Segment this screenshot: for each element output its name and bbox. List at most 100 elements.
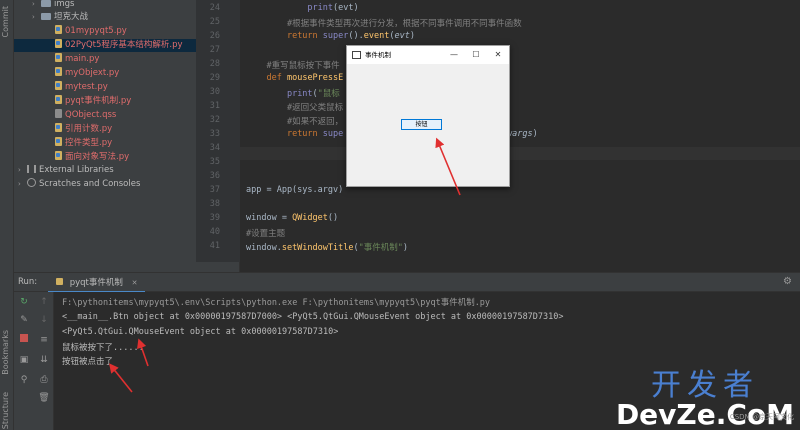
rerun-icon[interactable]: ↻ — [18, 296, 30, 308]
code-line: #如果不返回， — [286, 117, 344, 127]
file-icon — [55, 39, 62, 48]
file-icon — [55, 67, 62, 76]
line-number: 24 — [209, 3, 220, 13]
code-editor[interactable]: print(evt) #根据事件类型再次进行分发，根据不同事件调用不同事件函数 … — [240, 0, 800, 262]
run-tool-header: Run: pyqt事件机制 ✕ ⚙ — [14, 272, 800, 293]
expand-chevron-icon[interactable]: › — [32, 11, 41, 24]
tree-item-label: External Libraries — [39, 165, 114, 175]
console-line: <__main__.Btn object at 0x00000197587D70… — [62, 312, 564, 322]
line-number: 29 — [209, 73, 220, 83]
trash-icon[interactable]: 🗑 — [38, 392, 50, 404]
tree-item-label: QObject.qss — [65, 110, 117, 120]
console-line: 鼠标被按下了...... — [62, 343, 144, 353]
run-toolbar: ↻ ↑ ✎ ↓ ≡ ▣ ⇊ ⚲ ⎙ 🗑 — [14, 292, 54, 430]
print-icon[interactable]: ⎙ — [38, 374, 50, 386]
scratch-icon — [27, 178, 36, 187]
line-number: 28 — [209, 59, 220, 69]
library-icon — [27, 165, 36, 173]
tree-item-label: 控件类型.py — [65, 138, 113, 148]
tree-item-label: 面向对象写法.py — [65, 152, 130, 162]
tree-item-label: mytest.py — [65, 82, 108, 92]
current-line-highlight — [240, 147, 800, 160]
qt-event-window[interactable]: 事件机制 — ☐ ✕ 按钮 — [346, 45, 510, 187]
file-icon — [55, 53, 62, 62]
qt-window-title: 事件机制 — [365, 51, 391, 59]
code-line: window = QWidget() — [246, 213, 339, 223]
run-tab-label: pyqt事件机制 — [69, 278, 123, 288]
line-number: 25 — [209, 17, 220, 27]
tree-item-label: main.py — [65, 54, 100, 64]
line-number: 38 — [209, 199, 220, 209]
line-number: 40 — [209, 227, 220, 237]
tree-item-label: imgs — [54, 0, 75, 9]
line-number: 27 — [209, 45, 220, 55]
file-icon — [55, 95, 62, 104]
line-number: 30 — [209, 87, 220, 97]
code-line: return super().event(evt) — [286, 31, 415, 41]
qt-window-titlebar[interactable]: 事件机制 — ☐ ✕ — [347, 46, 509, 64]
wrench-icon[interactable]: ✎ — [18, 314, 30, 326]
gear-icon[interactable]: ⚙ — [783, 276, 792, 287]
console-line: <PyQt5.QtGui.QMouseEvent object at 0x000… — [62, 327, 339, 337]
down-arrow-icon[interactable]: ↓ — [38, 314, 50, 326]
soft-wrap-icon[interactable]: ≡ — [38, 334, 50, 346]
minimize-icon[interactable]: — — [443, 46, 465, 64]
watermark-credit: CSDN @京天阿文化 — [729, 413, 794, 421]
line-number: 31 — [209, 101, 220, 111]
file-icon — [55, 109, 62, 118]
code-line: def mousePressE — [266, 73, 344, 83]
tree-item-label: pyqt事件机制.py — [65, 96, 132, 106]
line-number: 39 — [209, 213, 220, 223]
code-line: #根据事件类型再次进行分发，根据不同事件调用不同事件函数 — [286, 19, 522, 29]
pin-icon[interactable]: ⚲ — [18, 374, 30, 386]
file-icon — [55, 137, 62, 146]
structure-tab[interactable]: Structure — [1, 392, 10, 429]
code-line: #设置主题 — [246, 229, 286, 239]
run-label: Run: — [18, 277, 38, 287]
code-line: #重写鼠标按下事件 — [266, 61, 340, 71]
tree-item-label: 坦克大战 — [54, 12, 89, 22]
line-number: 33 — [209, 129, 220, 139]
stop-icon[interactable] — [18, 334, 30, 346]
python-icon — [56, 278, 63, 285]
file-icon — [55, 123, 62, 132]
line-number: 26 — [209, 31, 220, 41]
code-line: app = App(sys.argv) — [246, 185, 344, 195]
tree-item-label: myObjext.py — [65, 68, 120, 78]
line-number: 34 — [209, 143, 220, 153]
file-icon — [55, 25, 62, 34]
scroll-to-end-icon[interactable]: ⇊ — [38, 354, 50, 366]
file-icon — [55, 81, 62, 90]
tool-window-strip: Commit Bookmarks Structure — [0, 0, 14, 430]
close-tab-icon[interactable]: ✕ — [132, 279, 138, 287]
close-icon[interactable]: ✕ — [487, 46, 509, 64]
folder-icon — [41, 13, 51, 20]
line-number: 32 — [209, 115, 220, 125]
up-arrow-icon[interactable]: ↑ — [38, 296, 50, 308]
layout-icon[interactable]: ▣ — [18, 354, 30, 366]
commit-tab[interactable]: Commit — [1, 6, 10, 37]
line-number: 37 — [209, 185, 220, 195]
expand-chevron-icon[interactable]: › — [18, 178, 27, 191]
folder-icon — [41, 0, 51, 7]
expand-chevron-icon[interactable]: › — [18, 164, 27, 177]
console-line: F:\pythonitems\mypyqt5\.env\Scripts\pyth… — [62, 298, 491, 308]
qt-push-button[interactable]: 按钮 — [401, 119, 442, 130]
line-number: 41 — [209, 241, 220, 251]
expand-chevron-icon[interactable]: › — [32, 0, 41, 11]
run-tab[interactable]: pyqt事件机制 ✕ — [48, 273, 146, 293]
code-line: print("鼠标 — [286, 89, 340, 99]
bookmarks-tab[interactable]: Bookmarks — [1, 330, 10, 375]
line-number: 36 — [209, 171, 220, 181]
window-app-icon — [352, 51, 361, 59]
line-number: 35 — [209, 157, 220, 167]
code-line: print(evt) — [307, 3, 359, 13]
maximize-icon[interactable]: ☐ — [465, 46, 487, 64]
tree-item-label: 02PyQt5程序基本结构解析.py — [65, 40, 183, 50]
tree-item-label: 引用计数.py — [65, 124, 113, 134]
tree-item-label: 01mypyqt5.py — [65, 26, 127, 36]
console-line: 按钮被点击了 — [62, 357, 114, 367]
code-line: window.setWindowTitle("事件机制") — [246, 243, 408, 253]
file-icon — [55, 151, 62, 160]
code-line: #返回父类鼠标 — [286, 103, 344, 113]
